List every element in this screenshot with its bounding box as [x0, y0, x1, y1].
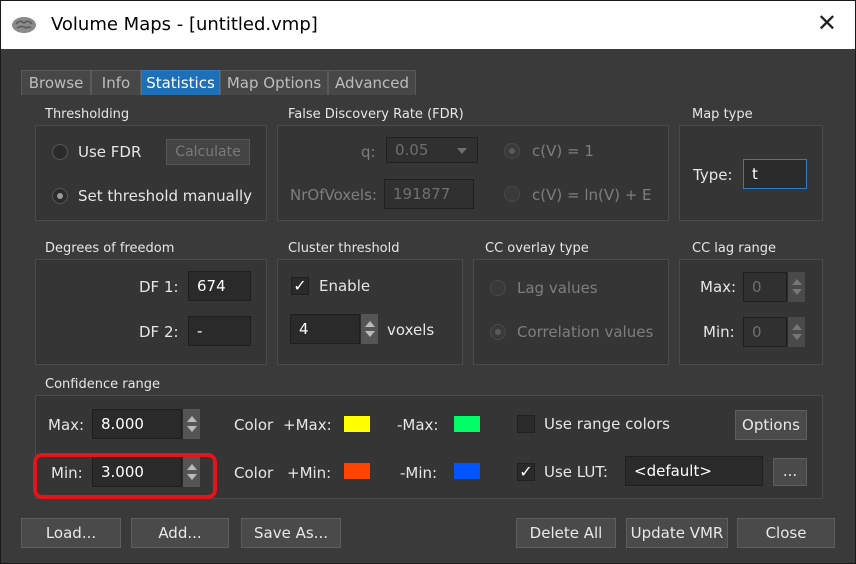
conf-max-field[interactable]: 8.000 [92, 409, 182, 439]
update-vmr-button[interactable]: Update VMR [626, 518, 728, 548]
tab-browse[interactable]: Browse [21, 70, 91, 95]
lut-field[interactable]: <default> [625, 456, 763, 486]
neg-min-color-swatch[interactable] [454, 463, 480, 479]
fdr-group-label: False Discovery Rate (FDR) [288, 107, 464, 122]
pos-max-color-swatch[interactable] [344, 416, 370, 432]
tab-advanced[interactable]: Advanced [328, 70, 416, 95]
dof-group-label: Degrees of freedom [45, 241, 175, 256]
conf-max-label: Max: [48, 416, 85, 434]
q-select-value: 0.05 [395, 141, 429, 159]
conf-min-spinner[interactable] [182, 457, 200, 487]
correlation-values-radio[interactable] [490, 324, 506, 340]
add-button[interactable]: Add... [131, 518, 229, 548]
tab-statistics[interactable]: Statistics [141, 70, 220, 95]
lag-values-label: Lag values [517, 279, 598, 297]
df2-field[interactable]: - [188, 316, 251, 346]
close-button[interactable]: Close [737, 518, 835, 548]
lag-min-spinner[interactable] [787, 317, 805, 347]
pos-min-label: +Min: [287, 464, 332, 482]
close-icon[interactable]: ✕ [817, 11, 837, 35]
pos-max-label: +Max: [283, 416, 332, 434]
volume-maps-dialog: Volume Maps - [untitled.vmp] ✕ Browse In… [0, 0, 856, 564]
use-lut-label: Use LUT: [544, 463, 608, 481]
cv1-radio[interactable] [504, 143, 520, 159]
chevron-down-icon [457, 148, 467, 154]
use-range-colors-label: Use range colors [544, 415, 670, 433]
use-lut-checkbox[interactable]: ✓ [517, 463, 535, 481]
enable-cluster-checkbox[interactable]: ✓ [291, 277, 309, 295]
conf-min-field[interactable]: 3.000 [92, 457, 182, 487]
tab-map-options[interactable]: Map Options [220, 70, 328, 95]
use-range-colors-checkbox[interactable] [517, 415, 535, 433]
cluster-size-field[interactable]: 4 [290, 314, 360, 344]
map-type-field[interactable]: t [743, 159, 807, 189]
neg-max-color-swatch[interactable] [454, 416, 480, 432]
cc-lag-group-label: CC lag range [692, 241, 777, 256]
brain-icon [12, 17, 36, 33]
cluster-size-spinner[interactable] [360, 314, 378, 344]
cv2-radio[interactable] [504, 186, 520, 202]
correlation-values-label: Correlation values [517, 323, 654, 341]
color-max-label: Color [234, 416, 274, 434]
conf-min-label: Min: [51, 464, 83, 482]
df1-label: DF 1: [139, 278, 179, 296]
thresholding-group-label: Thresholding [45, 107, 130, 122]
conf-max-spinner[interactable] [182, 409, 200, 439]
lag-min-field[interactable]: 0 [743, 317, 787, 347]
set-threshold-manually-label: Set threshold manually [78, 187, 253, 205]
calculate-button[interactable]: Calculate [166, 139, 250, 165]
cc-overlay-group [473, 259, 669, 365]
lag-max-label: Max: [700, 278, 737, 296]
cv2-label: c(V) = ln(V) + E [532, 186, 652, 204]
confidence-group-label: Confidence range [45, 377, 161, 392]
enable-cluster-label: Enable [319, 277, 371, 295]
lag-max-spinner[interactable] [787, 272, 805, 302]
lut-browse-button[interactable]: ... [773, 458, 807, 486]
window-title: Volume Maps - [untitled.vmp] [51, 14, 318, 35]
voxels-label: voxels [387, 321, 435, 339]
use-fdr-label: Use FDR [78, 143, 142, 161]
q-label: q: [361, 143, 376, 161]
lag-min-label: Min: [703, 323, 735, 341]
df2-label: DF 2: [139, 323, 179, 341]
nrofvoxels-label: NrOfVoxels: [290, 186, 377, 204]
color-min-label: Color [234, 464, 274, 482]
cc-overlay-group-label: CC overlay type [485, 241, 589, 256]
set-threshold-manually-radio[interactable] [52, 188, 68, 204]
nrofvoxels-field[interactable]: 191877 [384, 179, 474, 209]
tab-info[interactable]: Info [91, 70, 141, 95]
use-fdr-radio[interactable] [52, 144, 68, 160]
options-button[interactable]: Options [735, 410, 807, 440]
lag-values-radio[interactable] [490, 280, 506, 296]
q-select[interactable]: 0.05 [386, 137, 478, 163]
save-as-button[interactable]: Save As... [241, 518, 341, 548]
cluster-group [277, 259, 463, 365]
type-label: Type: [693, 166, 733, 184]
cv1-label: c(V) = 1 [532, 142, 594, 160]
load-button[interactable]: Load... [21, 518, 121, 548]
cluster-group-label: Cluster threshold [288, 241, 400, 256]
title-bar: Volume Maps - [untitled.vmp] ✕ [1, 1, 855, 49]
map-type-group-label: Map type [692, 107, 753, 122]
df1-field[interactable]: 674 [188, 271, 251, 301]
neg-min-label: -Min: [400, 464, 438, 482]
lag-max-field[interactable]: 0 [743, 272, 787, 302]
neg-max-label: -Max: [397, 416, 439, 434]
pos-min-color-swatch[interactable] [344, 463, 370, 479]
delete-all-button[interactable]: Delete All [516, 518, 616, 548]
